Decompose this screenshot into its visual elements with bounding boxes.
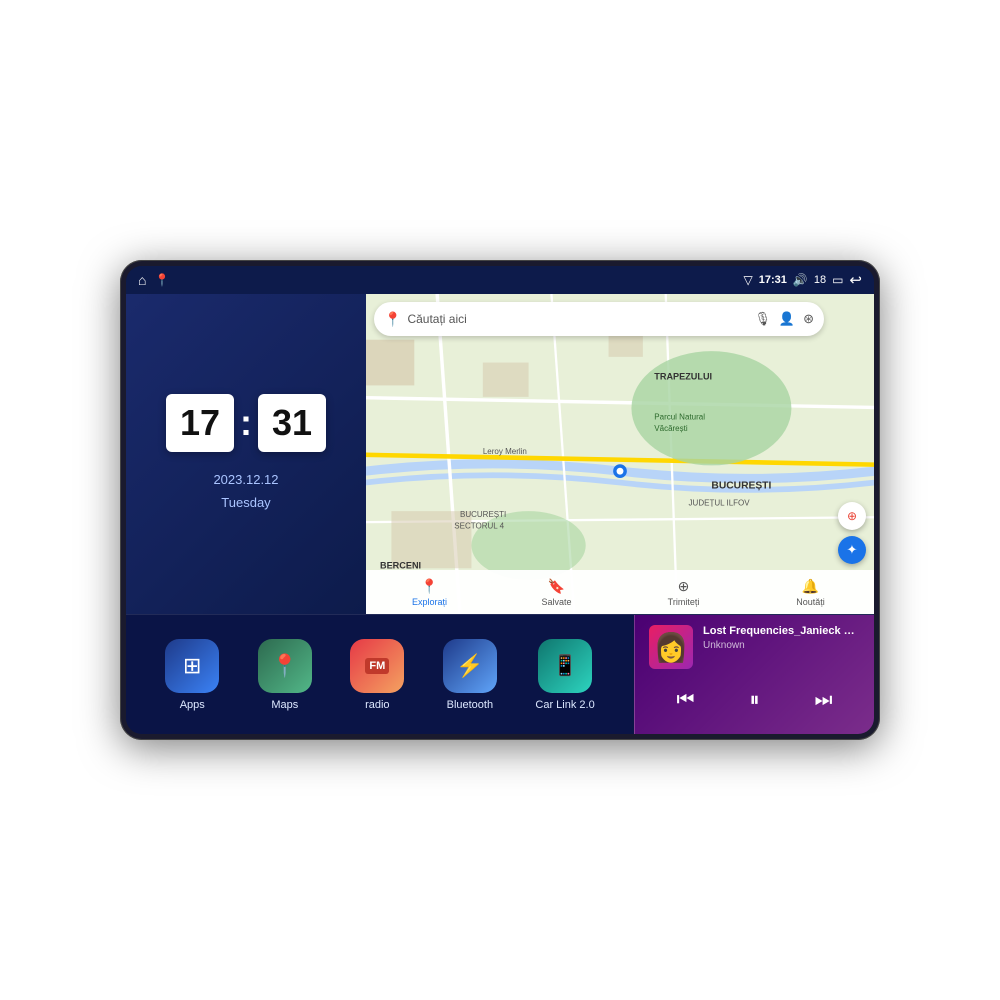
status-bar: ⌂ 📍 ▽ 17:31 🔊 18 ▭ ↩ [126, 266, 874, 294]
map-nav-saved[interactable]: 🔖 Salvate [493, 570, 620, 614]
clock-hours: 17 [166, 394, 234, 452]
svg-text:Văcărești: Văcărești [654, 424, 688, 433]
app-item-maps[interactable]: 📍 Maps [258, 639, 312, 711]
svg-text:TRAPEZULUI: TRAPEZULUI [654, 372, 712, 382]
explore-icon: 📍 [421, 578, 438, 595]
media-top: 👩 Lost Frequencies_Janieck Devy-... Unkn… [649, 625, 860, 669]
svg-text:BUCUREȘTI: BUCUREȘTI [460, 510, 506, 519]
send-label: Trimiteți [668, 597, 700, 607]
map-nav-news[interactable]: 🔔 Noutăți [747, 570, 874, 614]
carlink-label: Car Link 2.0 [535, 699, 594, 711]
next-button[interactable]: ⏭ [811, 685, 837, 716]
map-search-placeholder: Căutați aici [407, 312, 748, 326]
news-icon: 🔔 [802, 578, 819, 595]
back-icon[interactable]: ↩ [849, 271, 862, 289]
account-icon[interactable]: 👤 [779, 311, 795, 327]
app-shortcuts: ⊞ Apps 📍 Maps FM radio [126, 615, 634, 734]
clock-panel: 17 : 31 2023.12.12 Tuesday [126, 294, 366, 614]
carlink-icon: 📱 [538, 639, 592, 693]
layers-icon[interactable]: ⊛ [803, 311, 814, 327]
app-item-carlink[interactable]: 📱 Car Link 2.0 [535, 639, 594, 711]
news-label: Noutăți [796, 597, 825, 607]
media-title: Lost Frequencies_Janieck Devy-... [703, 625, 860, 637]
svg-text:JUDEȚUL ILFOV: JUDEȚUL ILFOV [689, 498, 751, 507]
map-search-icons: 🎙 👤 ⊛ [754, 311, 814, 327]
send-icon: ⊕ [678, 578, 690, 595]
bottom-section: ⊞ Apps 📍 Maps FM radio [126, 614, 874, 734]
status-time: 17:31 [759, 274, 787, 286]
home-icon[interactable]: ⌂ [138, 272, 146, 288]
clock-display: 17 : 31 [166, 394, 326, 452]
saved-label: Salvate [541, 597, 571, 607]
map-background: TRAPEZULUI BUCUREȘTI JUDEȚUL ILFOV BERCE… [366, 294, 874, 614]
clock-date: 2023.12.12 Tuesday [213, 468, 278, 515]
app-item-apps[interactable]: ⊞ Apps [165, 639, 219, 711]
status-bar-left: ⌂ 📍 [138, 272, 169, 288]
saved-icon: 🔖 [548, 578, 565, 595]
clock-colon: : [240, 394, 252, 452]
media-player: 👩 Lost Frequencies_Janieck Devy-... Unkn… [634, 615, 874, 734]
volume-level: 18 [814, 274, 826, 286]
mic-icon[interactable]: 🎙 [754, 311, 771, 327]
map-bottom-nav: 📍 Explorați 🔖 Salvate ⊕ Trimiteți 🔔 [366, 570, 874, 614]
svg-text:Parcul Natural: Parcul Natural [654, 413, 705, 422]
volume-icon: 🔊 [793, 273, 808, 287]
app-item-bluetooth[interactable]: ⚡ Bluetooth [443, 639, 497, 711]
play-pause-button[interactable]: ⏸ [746, 685, 764, 716]
map-panel[interactable]: 📍 Căutați aici 🎙 👤 ⊛ [366, 294, 874, 614]
device-shell: ⌂ 📍 ▽ 17:31 🔊 18 ▭ ↩ 17 : [120, 260, 880, 740]
bluetooth-icon: ⚡ [443, 639, 497, 693]
clock-minutes: 31 [258, 394, 326, 452]
svg-text:Leroy Merlin: Leroy Merlin [483, 447, 527, 456]
map-location-button[interactable]: ✦ [838, 536, 866, 564]
signal-icon: ▽ [744, 273, 753, 287]
top-section: 17 : 31 2023.12.12 Tuesday 📍 Căutați aic… [126, 294, 874, 614]
map-search-bar[interactable]: 📍 Căutați aici 🎙 👤 ⊛ [374, 302, 824, 336]
media-info: Lost Frequencies_Janieck Devy-... Unknow… [703, 625, 860, 651]
maps-pin-icon: 📍 [384, 311, 401, 328]
svg-text:BERCENI: BERCENI [380, 560, 421, 570]
media-thumbnail: 👩 [649, 625, 693, 669]
prev-button[interactable]: ⏮ [673, 685, 699, 716]
maps-nav-icon[interactable]: 📍 [154, 273, 169, 287]
radio-icon: FM [350, 639, 404, 693]
map-compass-button[interactable]: ⊕ [838, 502, 866, 530]
app-item-radio[interactable]: FM radio [350, 639, 404, 711]
svg-text:SECTORUL 4: SECTORUL 4 [454, 521, 504, 530]
maps-label: Maps [271, 699, 298, 711]
apps-icon: ⊞ [165, 639, 219, 693]
map-nav-send[interactable]: ⊕ Trimiteți [620, 570, 747, 614]
status-bar-right: ▽ 17:31 🔊 18 ▭ ↩ [744, 271, 863, 289]
svg-text:BUCUREȘTI: BUCUREȘTI [711, 480, 771, 491]
media-controls: ⏮ ⏸ ⏭ [649, 685, 860, 716]
main-content: 17 : 31 2023.12.12 Tuesday 📍 Căutați aic… [126, 294, 874, 734]
apps-label: Apps [180, 699, 205, 711]
map-nav-explore[interactable]: 📍 Explorați [366, 570, 493, 614]
bluetooth-label: Bluetooth [447, 699, 493, 711]
radio-label: radio [365, 699, 389, 711]
battery-icon: ▭ [832, 273, 843, 287]
explore-label: Explorați [412, 597, 447, 607]
screen: ⌂ 📍 ▽ 17:31 🔊 18 ▭ ↩ 17 : [126, 266, 874, 734]
maps-icon: 📍 [258, 639, 312, 693]
media-artist: Unknown [703, 640, 860, 651]
